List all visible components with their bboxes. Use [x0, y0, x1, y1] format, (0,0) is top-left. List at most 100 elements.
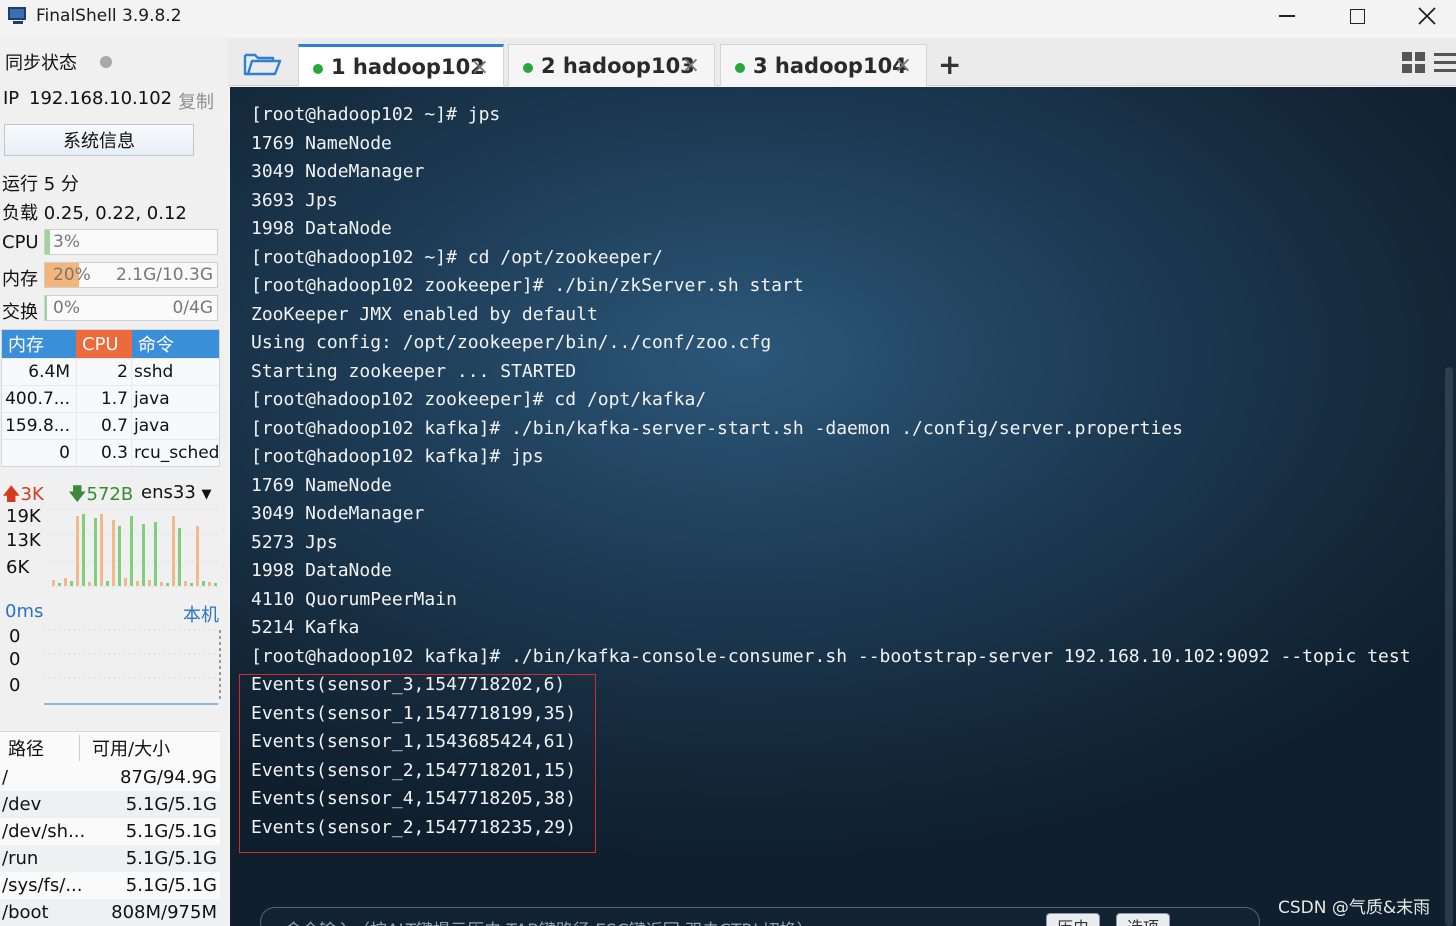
- grid-layout-icon[interactable]: [1402, 52, 1426, 74]
- tab-hadoop104[interactable]: 3 hadoop104 ×: [720, 44, 927, 86]
- disk-row[interactable]: /dev/sh... 5.1G/5.1G: [0, 818, 220, 845]
- network-bar: [208, 582, 211, 586]
- terminal-scrollbar[interactable]: [1445, 367, 1453, 926]
- process-row[interactable]: 159.8... 0.7 java: [2, 412, 219, 439]
- upload-value: 3K: [20, 484, 44, 505]
- process-header-command[interactable]: 命令: [132, 330, 219, 358]
- ping-value: 0: [9, 626, 21, 647]
- swap-meter-fill: [45, 296, 47, 320]
- sidebar: 同步状态 IP 192.168.10.102 复制 系统信息 运行 5 分 负载…: [0, 38, 228, 926]
- network-bar: [214, 583, 217, 586]
- tab-label: 1 hadoop102: [331, 54, 485, 79]
- terminal-line: 3693 Jps: [251, 189, 338, 211]
- disk-header-path[interactable]: 路径: [0, 735, 80, 761]
- process-table-header: 内存 CPU 命令: [2, 330, 219, 358]
- cpu-label: CPU: [2, 232, 39, 253]
- process-memory: 6.4M: [28, 362, 70, 382]
- process-cpu: 0.3: [76, 440, 132, 466]
- terminal-line: [root@hadoop102 kafka]# jps: [251, 446, 544, 467]
- network-interface-select[interactable]: ens33 ▼: [141, 482, 212, 503]
- terminal-line: 3049 NodeManager: [251, 161, 425, 182]
- disk-row[interactable]: / 87G/94.9G: [0, 764, 220, 791]
- close-icon: [1418, 7, 1436, 25]
- disk-row[interactable]: /run 5.1G/5.1G: [0, 845, 220, 872]
- add-tab-button[interactable]: +: [938, 48, 961, 81]
- sync-status-indicator: [100, 56, 112, 68]
- network-bar: [82, 514, 85, 586]
- swap-percent: 0%: [53, 298, 80, 318]
- ping-value: 0: [9, 675, 21, 696]
- connected-status-icon: [313, 64, 323, 74]
- tab-hadoop102[interactable]: 1 hadoop102 ×: [298, 44, 504, 86]
- watermark: CSDN @气质&末雨: [1278, 898, 1431, 918]
- menu-icon[interactable]: [1434, 53, 1456, 73]
- process-row[interactable]: 0 0.3 rcu_sched: [2, 439, 219, 466]
- copy-ip-link[interactable]: 复制: [178, 88, 214, 114]
- command-input[interactable]: 命令输入（按ALT键提示历史,TAB键路径,ESC键返回,双击CTRL切换）: [260, 907, 1260, 926]
- network-bar: [94, 518, 97, 586]
- disk-header-size[interactable]: 可用/大小: [80, 735, 170, 761]
- disk-row[interactable]: /boot 808M/975M: [0, 899, 220, 926]
- terminal[interactable]: [root@hadoop102 ~]# jps 1769 NameNode 3049…: [230, 87, 1456, 926]
- process-command: sshd: [134, 362, 174, 382]
- history-button[interactable]: 历史: [1046, 913, 1101, 926]
- disk-size: 87G/94.9G: [120, 767, 217, 788]
- network-bar: [112, 520, 115, 586]
- options-button[interactable]: 选项: [1116, 913, 1171, 926]
- terminal-line: 4110 QuorumPeerMain: [251, 588, 457, 610]
- process-row[interactable]: 6.4M 2 sshd: [2, 358, 219, 385]
- ping-chart: [44, 629, 221, 705]
- disk-table-header: 路径 可用/大小: [0, 732, 220, 764]
- terminal-line: [root@hadoop102 ~]# jps: [251, 104, 501, 125]
- network-y-label: 13K: [6, 530, 41, 551]
- network-traffic-chart: [48, 508, 220, 588]
- close-tab-icon[interactable]: ×: [894, 53, 912, 78]
- process-row[interactable]: 400.7... 1.7 java: [2, 385, 219, 412]
- network-bar: [196, 526, 199, 586]
- close-tab-icon[interactable]: ×: [682, 53, 700, 78]
- process-memory: 400.7...: [5, 389, 70, 409]
- tab-hadoop103[interactable]: 2 hadoop103 ×: [508, 44, 715, 86]
- process-table: 内存 CPU 命令 6.4M 2 sshd 400.7... 1.7 java …: [1, 329, 220, 467]
- network-bar: [76, 516, 79, 586]
- cpu-meter: 3%: [44, 229, 218, 255]
- arrow-down-icon: 🡇: [68, 484, 87, 505]
- network-bar: [184, 581, 187, 586]
- minimize-button[interactable]: [1252, 0, 1322, 32]
- terminal-line: [root@hadoop102 zookeeper]# cd /opt/kafk…: [251, 389, 707, 410]
- network-bar: [130, 516, 133, 586]
- close-tab-icon[interactable]: ×: [471, 55, 489, 80]
- network-bar: [52, 580, 55, 586]
- terminal-line: [root@hadoop102 zookeeper]# ./bin/zkServ…: [251, 275, 804, 296]
- terminal-line: 1769 NameNode: [251, 474, 392, 496]
- network-bar: [118, 526, 121, 586]
- network-bar: [178, 528, 181, 586]
- ping-value: 0: [9, 649, 21, 670]
- terminal-line: Using config: /opt/zookeeper/bin/../conf…: [251, 332, 772, 353]
- disk-path: /dev: [2, 794, 42, 815]
- maximize-icon: [1349, 8, 1365, 24]
- process-header-cpu[interactable]: CPU: [76, 330, 132, 358]
- process-header-memory[interactable]: 内存: [2, 330, 76, 358]
- disk-size: 5.1G/5.1G: [125, 794, 217, 815]
- network-bar: [58, 583, 61, 586]
- close-button[interactable]: [1392, 0, 1456, 32]
- process-command: java: [134, 416, 170, 436]
- connected-status-icon: [523, 63, 533, 73]
- folder-icon[interactable]: [242, 50, 282, 78]
- disk-path: /: [2, 767, 9, 788]
- maximize-button[interactable]: [1322, 0, 1392, 32]
- ip-value: 192.168.10.102: [29, 88, 173, 109]
- terminal-line: [root@hadoop102 ~]# cd /opt/zookeeper/: [251, 246, 663, 268]
- network-bar: [148, 580, 151, 586]
- ping-latency: 0ms: [5, 601, 44, 622]
- system-info-button[interactable]: 系统信息: [4, 124, 194, 156]
- disk-path: /run: [2, 848, 39, 869]
- disk-row[interactable]: /dev 5.1G/5.1G: [0, 791, 220, 818]
- network-bars: [52, 514, 217, 586]
- disk-row[interactable]: /sys/fs/... 5.1G/5.1G: [0, 872, 220, 899]
- terminal-line: 1998 DataNode: [251, 218, 392, 239]
- terminal-line: 3049 NodeManager: [251, 503, 425, 524]
- terminal-line: ZooKeeper JMX enabled by default: [251, 303, 598, 325]
- network-bar: [202, 581, 205, 586]
